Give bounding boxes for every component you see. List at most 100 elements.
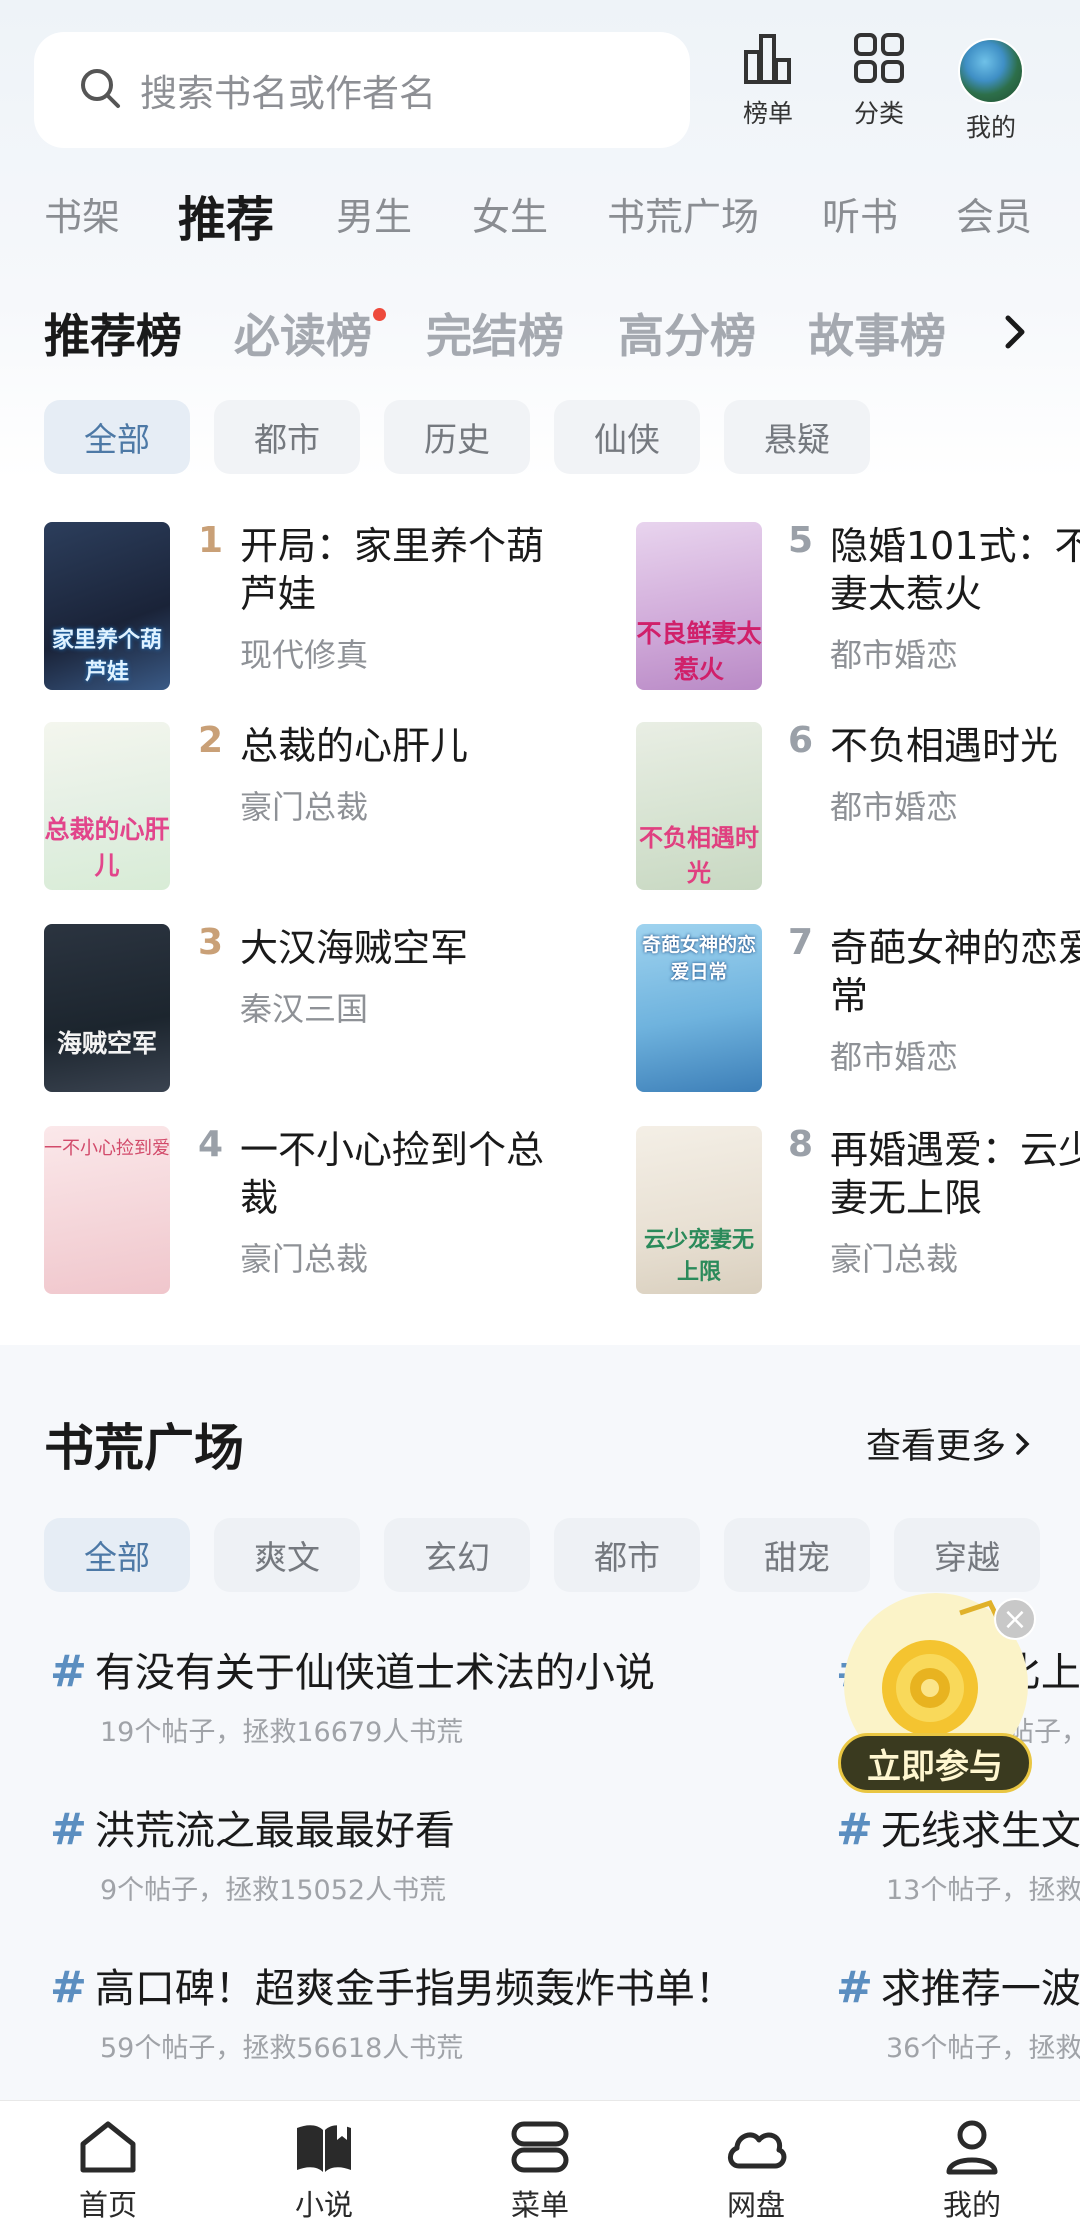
book-title-line2[interactable]: 妻无上限 (830, 1174, 1080, 1222)
new-badge-dot (373, 308, 386, 321)
topic-item[interactable]: # 高口碑！超爽金手指男频轰炸书单！ (50, 1956, 790, 2014)
close-icon[interactable]: × (994, 1598, 1036, 1640)
nav-profile[interactable]: 我的 (892, 2118, 1052, 2224)
chip-all[interactable]: 全部 (44, 400, 190, 474)
home-icon (80, 2121, 136, 2173)
book-icon (297, 2124, 351, 2172)
chip-xianxia[interactable]: 仙侠 (554, 400, 700, 474)
tab-female[interactable]: 女生 (472, 186, 548, 241)
topic-meta: 9个帖子，拯救15052人书荒 (100, 1875, 447, 1906)
topic-title: 求推荐一波 (880, 1966, 1080, 2012)
nav-cloud-label: 网盘 (726, 2188, 785, 2222)
menu-icon (511, 2121, 569, 2173)
rank-tab-must-read[interactable]: 必读榜 (234, 300, 386, 366)
book-title-line2[interactable]: 裁 (240, 1174, 570, 1222)
book-title[interactable]: 再婚遇爱：云少 (830, 1126, 1080, 1174)
cover-title: 奇葩女神的恋爱日常 (641, 934, 756, 983)
book-cover[interactable]: 奇葩女神的恋爱日常 (636, 924, 762, 1092)
cover-title: 家里养个葫芦娃 (51, 628, 162, 685)
book-title[interactable]: 开局：家里养个葫 (240, 522, 570, 570)
search-icon (78, 66, 122, 114)
book-category: 秦汉三国 (240, 990, 369, 1028)
nav-menu[interactable]: 菜单 (460, 2118, 620, 2224)
tab-bookshelf[interactable]: 书架 (44, 186, 120, 241)
book-category: 都市婚恋 (830, 1038, 959, 1076)
plaza-chip-urban[interactable]: 都市 (554, 1518, 700, 1592)
plaza-chip-sweet[interactable]: 甜宠 (724, 1518, 870, 1592)
search-bar[interactable]: 搜索书名或作者名 (34, 32, 690, 148)
rank-tab-recommend[interactable]: 推荐榜 (44, 300, 182, 366)
cover-title: 一不小心捡到爱 (44, 1138, 170, 1159)
book-cover[interactable]: 不良鲜妻太惹火 (636, 522, 762, 690)
book-title[interactable]: 总裁的心肝儿 (240, 722, 570, 770)
tab-male[interactable]: 男生 (336, 186, 412, 241)
tab-book-plaza[interactable]: 书荒广场 (607, 186, 759, 241)
nav-menu-label: 菜单 (510, 2188, 569, 2222)
book-cover[interactable]: 总裁的心肝儿 (44, 722, 170, 890)
book-title-line2[interactable]: 妻太惹火 (830, 570, 1080, 618)
tab-recommend[interactable]: 推荐 (178, 180, 274, 250)
plaza-chip-fantasy[interactable]: 玄幻 (384, 1518, 530, 1592)
chevron-right-icon (1016, 1432, 1030, 1455)
book-cover[interactable]: 家里养个葫芦娃 (44, 522, 170, 690)
plaza-chip-shuangwen[interactable]: 爽文 (214, 1518, 360, 1592)
book-title-line2[interactable]: 常 (830, 972, 1080, 1020)
profile-button[interactable]: 我的 (941, 38, 1041, 144)
nav-profile-label: 我的 (942, 2188, 1001, 2222)
topic-item[interactable]: # 有没有关于仙侠道士术法的小说 (50, 1640, 790, 1698)
join-now-button[interactable]: 立即参与 (838, 1733, 1032, 1793)
rank-button[interactable]: 榜单 (718, 30, 818, 130)
tab-membership[interactable]: 会员 (956, 186, 1032, 241)
book-title[interactable]: 一不小心捡到个总 (240, 1126, 570, 1174)
hashtag-icon: # (836, 1962, 873, 2013)
cover-title: 云少宠妻无上限 (643, 1228, 754, 1285)
book-title[interactable]: 不负相遇时光 (830, 722, 1080, 770)
profile-label: 我的 (965, 113, 1016, 142)
search-placeholder: 搜索书名或作者名 (140, 72, 436, 115)
book-category: 豪门总裁 (240, 788, 369, 826)
topic-item[interactable]: # 洪荒流之最最最好看 (50, 1798, 790, 1856)
cover-title: 不良鲜妻太惹火 (636, 619, 762, 684)
hashtag-icon: # (836, 1804, 873, 1855)
nav-cloud[interactable]: 网盘 (676, 2118, 836, 2224)
see-more-link[interactable]: 查看更多 (866, 1418, 1034, 1469)
rank-tab-completed[interactable]: 完结榜 (426, 300, 564, 366)
chip-suspense[interactable]: 悬疑 (724, 400, 870, 474)
nav-novel[interactable]: 小说 (244, 2118, 404, 2224)
category-label: 分类 (853, 99, 904, 128)
tab-audiobook[interactable]: 听书 (822, 186, 898, 241)
book-category: 都市婚恋 (830, 788, 959, 826)
rank-tab-story[interactable]: 故事榜 (808, 300, 946, 366)
cover-title: 不负相遇时光 (639, 824, 759, 887)
rank-tab-high-score[interactable]: 高分榜 (618, 300, 756, 366)
book-title[interactable]: 奇葩女神的恋爱 (830, 924, 1080, 972)
rank-number: 3 (198, 922, 224, 963)
chip-urban[interactable]: 都市 (214, 400, 360, 474)
category-button[interactable]: 分类 (829, 30, 929, 130)
book-title[interactable]: 大汉海贼空军 (240, 924, 570, 972)
topic-item[interactable]: # 求推荐一波 (836, 1956, 1080, 2014)
topic-title: 高口碑！超爽金手指男频轰炸书单！ (94, 1966, 735, 2012)
book-cover[interactable]: 云少宠妻无上限 (636, 1126, 762, 1294)
rank-tab-must-read-label: 必读榜 (234, 309, 372, 363)
book-title-line2[interactable]: 芦娃 (240, 570, 570, 618)
nav-home[interactable]: 首页 (28, 2118, 188, 2224)
book-cover[interactable]: 海贼空军 (44, 924, 170, 1092)
topic-title: 洪荒流之最最最好看 (94, 1808, 455, 1854)
book-category: 现代修真 (240, 636, 369, 674)
book-title[interactable]: 隐婚101式：不 (830, 522, 1080, 570)
chevron-right-icon[interactable] (1000, 312, 1030, 356)
book-cover[interactable]: 一不小心捡到爱 (44, 1126, 170, 1294)
book-cover[interactable]: 不负相遇时光 (636, 722, 762, 890)
chip-history[interactable]: 历史 (384, 400, 530, 474)
plaza-chip-all[interactable]: 全部 (44, 1518, 190, 1592)
grid-icon (851, 30, 907, 90)
plaza-chip-time-travel[interactable]: 穿越 (894, 1518, 1040, 1592)
topic-meta: 13个帖子，拯救 (886, 1875, 1080, 1906)
nav-home-label: 首页 (78, 2188, 137, 2222)
topic-item[interactable]: # 无线求生文 (836, 1798, 1080, 1856)
avatar (958, 38, 1024, 104)
hashtag-icon: # (50, 1962, 87, 2013)
rank-label: 榜单 (742, 99, 793, 128)
topic-meta: 59个帖子，拯救56618人书荒 (100, 2033, 464, 2064)
